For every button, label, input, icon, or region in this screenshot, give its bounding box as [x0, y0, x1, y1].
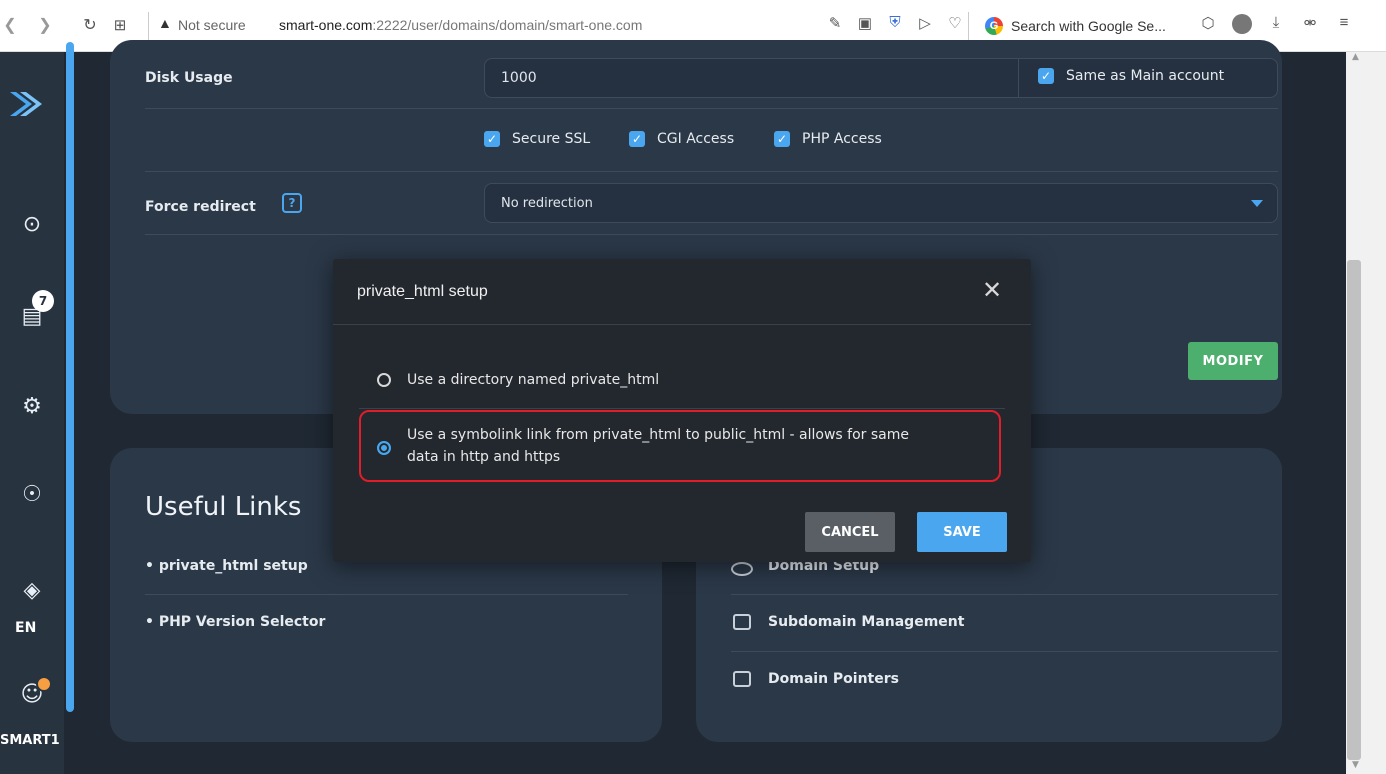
cgi-access-label: CGI Access [657, 131, 735, 147]
browser-right-icons: ⬡ ⤓ ⚮ ≡ [1198, 14, 1354, 38]
shield-icon[interactable]: ⛨ [886, 14, 904, 32]
account-icon[interactable]: ⚙ [18, 392, 46, 420]
save-button[interactable]: SAVE [917, 512, 1007, 552]
useful-links-title: Useful Links [145, 492, 302, 522]
share-icon[interactable]: ✎ [826, 14, 844, 32]
messages-badge: 7 [32, 290, 54, 312]
logo-icon[interactable] [6, 88, 46, 120]
menu-icon[interactable]: ≡ [1334, 14, 1354, 38]
checkbox-checked-icon: ✓ [484, 131, 500, 147]
scroll-up-icon[interactable]: ▲ [1352, 52, 1359, 62]
download-icon[interactable]: ⤓ [1266, 14, 1286, 38]
checkbox-checked-icon: ✓ [1038, 68, 1054, 84]
scroll-down-icon[interactable]: ▼ [1352, 760, 1359, 770]
reload-icon[interactable]: ↻ [80, 14, 100, 38]
user-name[interactable]: SMART1 [0, 733, 60, 748]
screenshot-icon[interactable]: ▣ [856, 14, 874, 32]
scrollbar-thumb[interactable] [1347, 260, 1361, 760]
option-symlink-line1: Use a symbolink link from private_html t… [407, 427, 910, 443]
url-path: :2222/user/domains/domain/smart-one.com [372, 17, 643, 33]
secure-ssl-label: Secure SSL [512, 131, 591, 147]
globe-icon[interactable]: ◈ [18, 576, 46, 604]
row-divider [145, 234, 1278, 235]
language-selector[interactable]: EN [15, 620, 36, 636]
row-divider [145, 594, 628, 595]
settings-icon[interactable]: ☉ [18, 480, 46, 508]
cgi-access-checkbox[interactable]: ✓ CGI Access [629, 131, 734, 147]
option-private-dir-radio[interactable] [377, 373, 391, 387]
checkbox-checked-icon: ✓ [774, 131, 790, 147]
option-symlink-line2: data in http and https [407, 449, 561, 465]
toolbar-divider [968, 12, 969, 40]
disk-usage-value: 1000 [501, 70, 537, 86]
modify-button[interactable]: MODIFY [1188, 342, 1278, 380]
domain-pointers-link[interactable]: Domain Pointers [768, 671, 899, 687]
row-divider [731, 594, 1278, 595]
dialog-divider [333, 324, 1031, 325]
same-as-main-checkbox[interactable]: ✓ Same as Main account [1038, 68, 1224, 84]
help-icon[interactable]: ? [282, 193, 302, 213]
option-symlink-label[interactable]: Use a symbolink link from private_html t… [407, 424, 909, 468]
redirect-selected-value: No redirection [501, 195, 593, 211]
row-divider [145, 171, 1278, 172]
dialog-title: private_html setup [357, 283, 488, 300]
subdomain-management-link[interactable]: Subdomain Management [768, 614, 964, 630]
security-label[interactable]: Not secure [178, 17, 246, 33]
address-bar-icons: ✎ ▣ ⛨ ▷ ♡ [826, 14, 964, 32]
user-status-dot [36, 676, 52, 692]
field-divider [1018, 58, 1019, 98]
sidebar-scrollbar[interactable] [66, 42, 74, 712]
option-symlink-radio[interactable] [377, 441, 391, 455]
php-version-selector-link[interactable]: • PHP Version Selector [145, 614, 325, 630]
warning-icon[interactable]: ▲ [158, 15, 172, 31]
redirect-select[interactable]: No redirection [484, 183, 1278, 223]
extensions-cube-icon[interactable]: ⬡ [1198, 14, 1218, 38]
cancel-button[interactable]: CANCEL [805, 512, 895, 552]
domain-pointer-icon [733, 671, 751, 687]
checkbox-checked-icon: ✓ [629, 131, 645, 147]
back-icon[interactable]: ❮ [2, 14, 18, 38]
php-access-checkbox[interactable]: ✓ PHP Access [774, 131, 882, 147]
private-html-setup-dialog: private_html setup ✕ Use a directory nam… [333, 259, 1031, 562]
option-private-dir-label[interactable]: Use a directory named private_html [407, 369, 659, 391]
force-redirect-label: Force redirect [145, 199, 256, 215]
address-bar[interactable]: smart-one.com:2222/user/domains/domain/s… [279, 17, 642, 33]
search-placeholder: Search with Google Se... [1011, 18, 1166, 34]
secure-ssl-checkbox[interactable]: ✓ Secure SSL [484, 131, 590, 147]
same-as-main-label: Same as Main account [1066, 68, 1225, 84]
google-search-box[interactable]: G Search with Google Se... [985, 13, 1175, 39]
www-icon [731, 562, 753, 576]
page-scrollbar[interactable]: ▲ ▼ [1346, 52, 1386, 774]
option-divider [359, 408, 1005, 409]
url-host: smart-one.com [279, 17, 373, 33]
row-divider [731, 651, 1278, 652]
php-access-label: PHP Access [802, 131, 882, 147]
disk-usage-label: Disk Usage [145, 70, 233, 86]
send-icon[interactable]: ▷ [916, 14, 934, 32]
row-divider [145, 108, 1278, 109]
chevron-down-icon [1251, 200, 1263, 207]
forward-icon[interactable]: ❯ [37, 14, 53, 38]
toolbar-divider [148, 12, 149, 40]
subdomain-icon [733, 614, 751, 630]
google-icon: G [985, 17, 1003, 35]
heart-icon[interactable]: ♡ [946, 14, 964, 32]
profile-icon[interactable] [1232, 14, 1252, 38]
close-icon[interactable]: ✕ [979, 277, 1005, 303]
private-html-setup-link[interactable]: • private_html setup [145, 558, 308, 574]
dashboard-icon[interactable]: ⊙ [18, 210, 46, 238]
reader-mode-icon[interactable]: ⚮ [1300, 14, 1320, 38]
apps-grid-icon[interactable]: ⊞ [110, 14, 130, 38]
